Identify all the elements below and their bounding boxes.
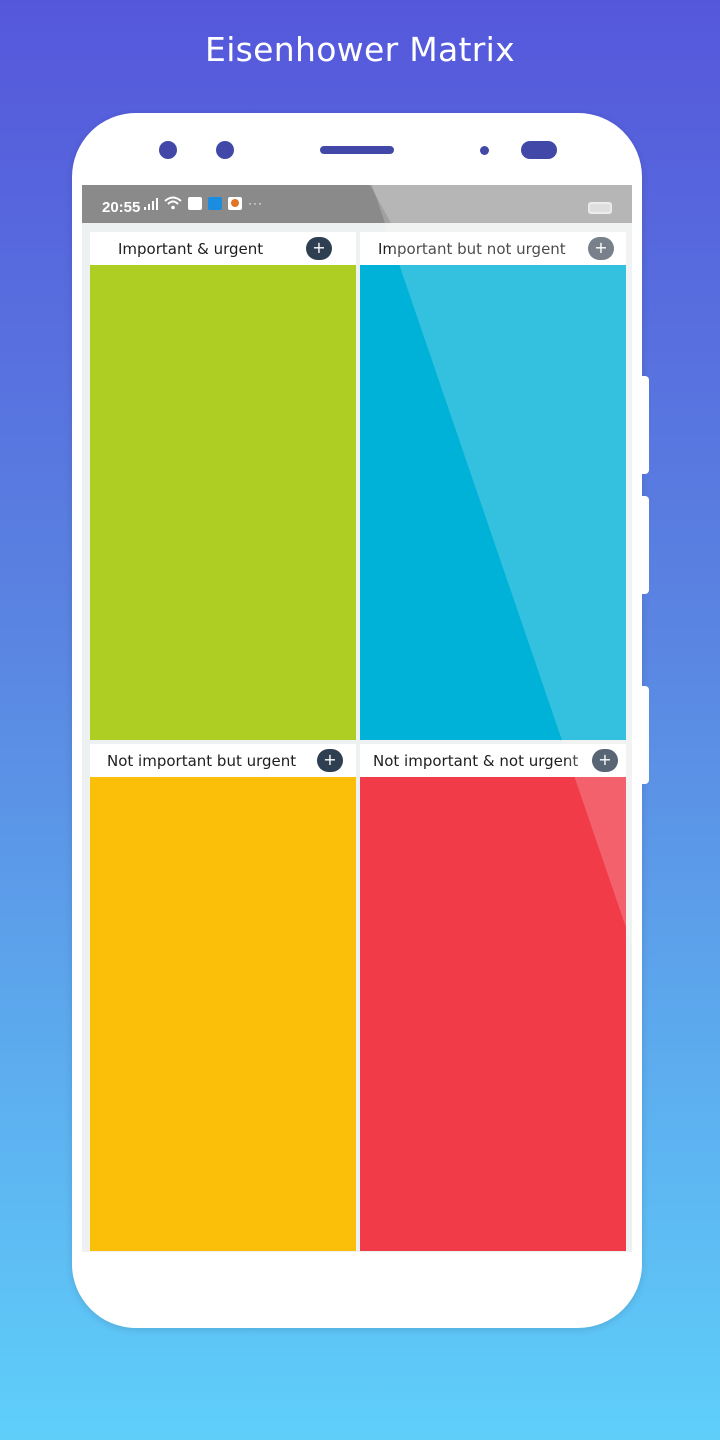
side-button <box>642 376 649 474</box>
status-time: 20:55 <box>102 199 141 216</box>
add-task-button[interactable]: + <box>306 237 332 260</box>
quadrant-title: Not important but urgent <box>107 751 297 770</box>
task-list-area[interactable] <box>90 265 356 740</box>
side-button <box>642 496 649 594</box>
quadrant-important-not-urgent: Important but not urgent + <box>360 232 626 740</box>
quadrant-title: Not important & not urgent <box>373 751 579 770</box>
quadrant-title: Important but not urgent <box>378 239 566 258</box>
add-task-button[interactable]: + <box>592 749 618 772</box>
side-button <box>642 686 649 784</box>
quadrant-not-important-not-urgent: Not important & not urgent + <box>360 744 626 1252</box>
battery-icon <box>588 202 612 214</box>
status-icons: ··· <box>144 196 263 210</box>
quadrant-header: Not important but urgent + <box>90 744 356 777</box>
quadrant-title: Important & urgent <box>118 239 264 258</box>
quadrant-not-important-urgent: Not important but urgent + <box>90 744 356 1252</box>
task-list-area[interactable] <box>360 265 626 740</box>
chrome-icon <box>228 196 242 210</box>
flash-icon <box>521 141 557 159</box>
notification-icon <box>208 196 222 210</box>
more-notifications-indicator: ··· <box>248 196 263 210</box>
quadrant-header: Not important & not urgent + <box>360 744 626 777</box>
add-task-button[interactable]: + <box>317 749 343 772</box>
signal-icon <box>144 197 158 210</box>
wifi-icon <box>164 196 182 210</box>
sensor-icon <box>216 141 234 159</box>
quadrant-header: Important but not urgent + <box>360 232 626 265</box>
proximity-sensor-icon <box>480 146 489 155</box>
app-screen: 20:55 ··· Important & urgent + Important… <box>82 185 632 1252</box>
notification-icon <box>188 196 202 210</box>
quadrant-header: Important & urgent + <box>90 232 356 265</box>
task-list-area[interactable] <box>360 777 626 1251</box>
earpiece-speaker <box>320 146 394 154</box>
front-camera-icon <box>159 141 177 159</box>
promo-title: Eisenhower Matrix <box>205 30 515 69</box>
add-task-button[interactable]: + <box>588 237 614 260</box>
task-list-area[interactable] <box>90 777 356 1251</box>
quadrant-important-urgent: Important & urgent + <box>90 232 356 740</box>
status-bar: 20:55 ··· <box>82 185 632 223</box>
